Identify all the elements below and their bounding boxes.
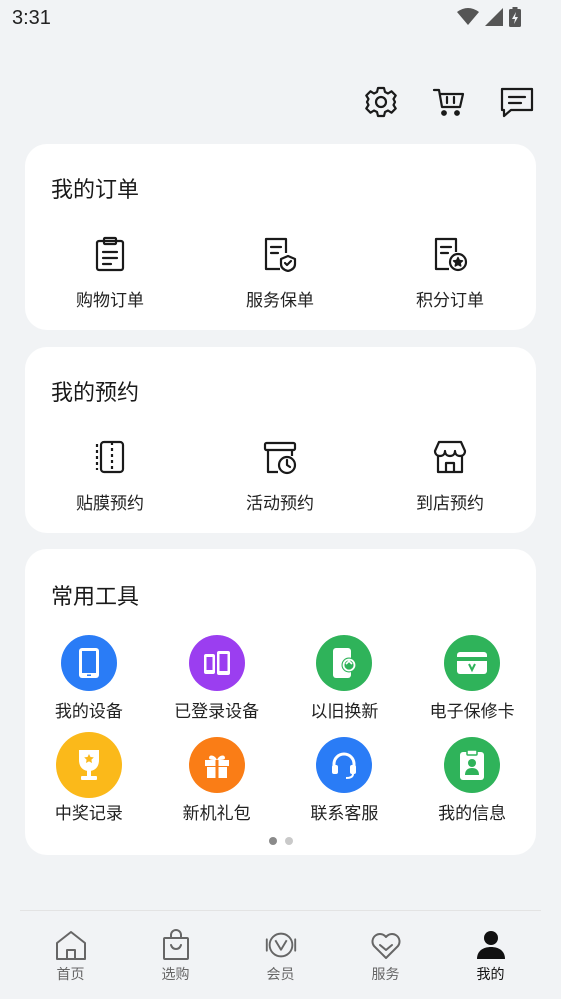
shield-doc-icon	[260, 234, 300, 274]
tool-logged-devices[interactable]: 已登录设备	[153, 635, 281, 722]
tool-new-phone-gift[interactable]: 新机礼包	[153, 737, 281, 824]
bottom-nav: 首页 选购 会员 服务 我的	[0, 910, 561, 999]
tool-my-info-label: 我的信息	[438, 804, 507, 824]
reservation-film[interactable]: 贴膜预约	[25, 437, 195, 514]
nav-divider	[20, 910, 541, 911]
nav-member-label: 会员	[266, 967, 295, 983]
reservations-card: 我的预约 贴膜预约 活动预约 到店预约	[25, 347, 536, 533]
message-icon[interactable]	[499, 84, 535, 120]
nav-member[interactable]: 会员	[228, 928, 333, 984]
shopping-bag-icon	[158, 928, 194, 962]
nav-shop-label: 选购	[161, 967, 190, 983]
tool-my-device[interactable]: 我的设备	[25, 635, 153, 722]
orders-card: 我的订单 购物订单 服务保单 积分订单	[25, 144, 536, 330]
calendar-clock-icon	[260, 437, 300, 477]
tools-card: 常用工具 我的设备 已登录设备 以旧换新 电子保修卡 中奖记录 新机礼包 联系客…	[25, 549, 536, 855]
order-points-label: 积分订单	[416, 291, 484, 311]
star-doc-icon	[430, 234, 470, 274]
nav-home[interactable]: 首页	[18, 928, 123, 984]
gift-icon	[188, 737, 245, 793]
settings-icon[interactable]	[363, 84, 399, 120]
devices-icon	[188, 635, 245, 691]
tool-my-info[interactable]: 我的信息	[408, 737, 536, 824]
status-time: 3:31	[12, 7, 51, 29]
signal-icon	[485, 8, 503, 30]
nav-mine-label: 我的	[476, 967, 505, 983]
reservation-store-label: 到店预约	[416, 494, 484, 514]
reservation-store[interactable]: 到店预约	[365, 437, 535, 514]
tool-warranty-card[interactable]: 电子保修卡	[408, 635, 536, 722]
page-indicator[interactable]	[25, 837, 536, 845]
wifi-icon	[457, 8, 479, 30]
clipboard-icon	[90, 234, 130, 274]
nav-home-label: 首页	[56, 967, 85, 983]
store-icon	[430, 437, 470, 477]
tool-new-phone-gift-label: 新机礼包	[182, 804, 251, 824]
status-bar: 3:31	[0, 0, 561, 40]
trade-in-icon	[316, 635, 373, 691]
nav-service[interactable]: 服务	[333, 928, 438, 984]
tool-logged-devices-label: 已登录设备	[174, 702, 260, 722]
person-icon	[473, 928, 509, 962]
trophy-icon	[55, 732, 122, 798]
order-points[interactable]: 积分订单	[365, 234, 535, 311]
headset-icon	[316, 737, 373, 793]
warranty-card-icon	[444, 635, 501, 691]
order-service[interactable]: 服务保单	[195, 234, 365, 311]
battery-icon	[509, 7, 521, 31]
nav-mine[interactable]: 我的	[438, 928, 543, 984]
cart-icon[interactable]	[431, 84, 467, 120]
reservations-title: 我的预约	[51, 381, 140, 406]
tool-customer-service-label: 联系客服	[310, 804, 379, 824]
tools-title: 常用工具	[51, 585, 140, 610]
order-shopping-label: 购物订单	[76, 291, 144, 311]
order-service-label: 服务保单	[246, 291, 314, 311]
tool-prize-records-label: 中奖记录	[54, 804, 123, 824]
tool-customer-service[interactable]: 联系客服	[281, 737, 409, 824]
nav-service-label: 服务	[371, 967, 400, 983]
orders-title: 我的订单	[51, 178, 140, 203]
order-shopping[interactable]: 购物订单	[25, 234, 195, 311]
tool-my-device-label: 我的设备	[54, 702, 123, 722]
phone-icon	[60, 635, 117, 691]
tool-prize-records[interactable]: 中奖记录	[25, 732, 153, 824]
tool-trade-in[interactable]: 以旧换新	[281, 635, 409, 722]
home-icon	[53, 928, 89, 962]
id-card-icon	[444, 737, 501, 793]
member-icon	[263, 928, 299, 962]
reservation-event-label: 活动预约	[246, 494, 314, 514]
reservation-event[interactable]: 活动预约	[195, 437, 365, 514]
heart-icon	[368, 928, 404, 962]
film-icon	[90, 437, 130, 477]
page-dot-2[interactable]	[284, 837, 293, 845]
nav-shop[interactable]: 选购	[123, 928, 228, 984]
tool-warranty-card-label: 电子保修卡	[429, 702, 515, 722]
page-dot-1[interactable]	[268, 837, 277, 845]
header-actions	[363, 84, 535, 120]
reservation-film-label: 贴膜预约	[76, 494, 144, 514]
tool-trade-in-label: 以旧换新	[310, 702, 379, 722]
